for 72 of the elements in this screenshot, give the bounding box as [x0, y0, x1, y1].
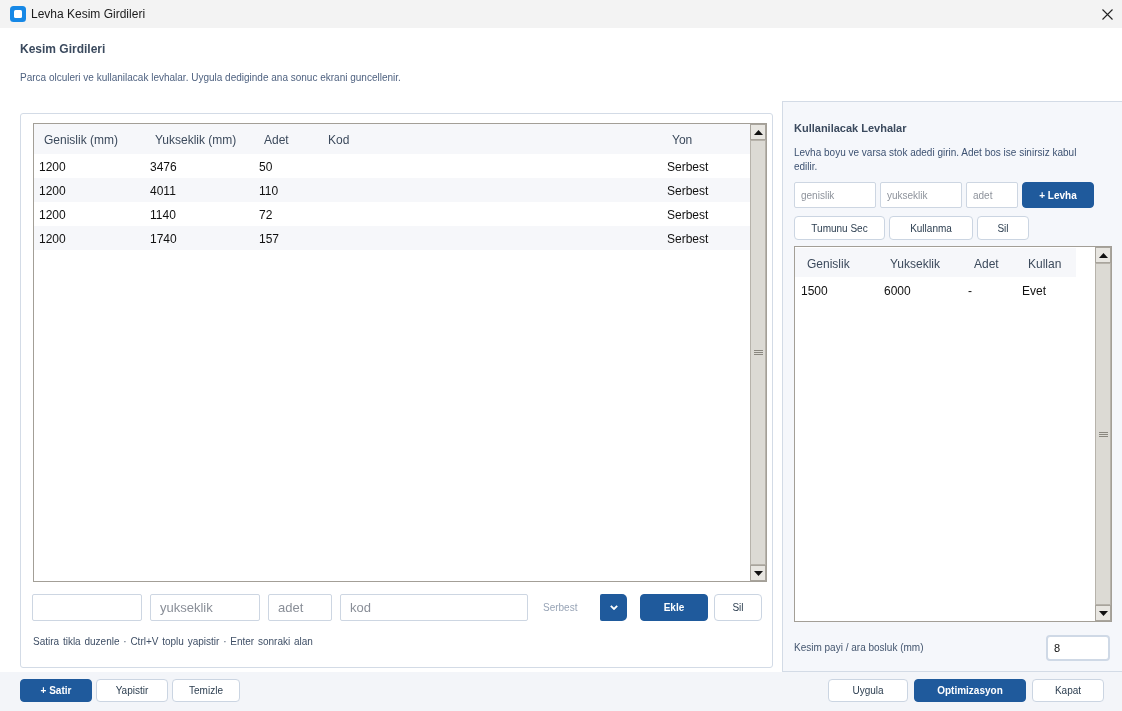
scroll-down-button[interactable] [750, 565, 766, 581]
table-cell: Evet [1022, 283, 1046, 298]
table-cell: 6000 [884, 283, 911, 298]
column-header: Yon [672, 133, 693, 147]
table-cell: Serbest [667, 232, 709, 246]
delete-button[interactable]: Sil [714, 594, 762, 621]
table-cell: Serbest [667, 184, 709, 198]
triangle-up-icon [1098, 252, 1108, 258]
table-cell: 72 [259, 208, 273, 222]
exclude-button[interactable]: Kullanma [889, 216, 973, 240]
input-field[interactable]: adet [268, 594, 332, 621]
triangle-up-icon [753, 129, 763, 135]
apply-button[interactable]: Uygula [828, 679, 908, 702]
input-field[interactable]: kod [340, 594, 528, 621]
table-cell: Serbest [667, 208, 709, 222]
column-header: Yukseklik [890, 256, 941, 271]
table-cell: 1740 [150, 232, 177, 246]
table-cell: 1200 [39, 160, 66, 174]
scroll-up-button[interactable] [750, 124, 766, 140]
grip-icon [753, 350, 763, 355]
clear-button[interactable]: Temizle [172, 679, 240, 702]
panel-title: Kullanilacak Levhalar [794, 121, 907, 136]
table-cell: 1200 [39, 232, 66, 246]
scrollbar-thumb[interactable] [1095, 263, 1111, 605]
field-label: Kesim payi / ara bosluk (mm) [794, 641, 924, 655]
table-cell: 110 [259, 184, 279, 198]
input-field[interactable]: genislik [794, 182, 876, 208]
select-all-button[interactable]: Tumunu Sec [794, 216, 885, 240]
input-field[interactable]: adet [966, 182, 1018, 208]
input-field[interactable]: yukseklik [150, 594, 260, 621]
close-icon[interactable] [1102, 8, 1113, 20]
column-header: Genislik (mm) [44, 133, 118, 147]
scroll-up-button[interactable] [1095, 247, 1111, 263]
table-cell: 4011 [150, 184, 176, 198]
table-cell: - [968, 283, 972, 298]
delete-button[interactable]: Sil [977, 216, 1029, 240]
kerf-field[interactable]: 8 [1046, 635, 1110, 661]
dropdown-button[interactable] [600, 594, 627, 621]
column-header: Genislik [807, 256, 850, 271]
grip-icon [1098, 431, 1108, 437]
table-cell: 1140 [150, 208, 176, 222]
table-cell: Serbest [667, 160, 709, 174]
column-header: Adet [974, 256, 999, 271]
add-button[interactable]: Ekle [640, 594, 708, 621]
optimize-button[interactable]: Optimizasyon [914, 679, 1026, 702]
chevron-down-icon [609, 605, 618, 610]
table-cell: 1200 [39, 208, 66, 222]
triangle-down-icon [1098, 610, 1108, 616]
table-cell: 1200 [39, 184, 66, 198]
table-cell: 1500 [801, 283, 828, 298]
input-field[interactable]: yukseklik [880, 182, 962, 208]
window-title: Levha Kesim Girdileri [31, 6, 146, 22]
triangle-down-icon [753, 570, 763, 576]
table-cell: 50 [259, 160, 273, 174]
column-header: Yukseklik (mm) [155, 133, 237, 147]
app-icon [10, 6, 26, 22]
paste-button[interactable]: Yapistir [96, 679, 168, 702]
add-row-button[interactable]: + Satir [20, 679, 92, 702]
description-text: Levha boyu ve varsa stok adedi girin. Adet bos ise sinirsiz kabul edilir. [794, 146, 1078, 174]
input-field[interactable] [32, 594, 142, 621]
table-cell: 157 [259, 232, 280, 246]
hint-text: Satira tikla duzenle · Ctrl+V toplu yapistir · Enter sonraki alan [33, 635, 313, 649]
scroll-down-button[interactable] [1095, 605, 1111, 621]
add-sheet-button[interactable]: + Levha [1022, 182, 1094, 208]
description-text: Parca olculeri ve kullanilacak levhalar. Uygula dediginde ana sonuc ekrani guncellenir. [20, 71, 401, 85]
table-cell: 3476 [150, 160, 177, 174]
scrollbar-thumb[interactable] [750, 140, 766, 565]
section-title: Kesim Girdileri [20, 41, 106, 57]
column-header: Kullan [1028, 256, 1062, 271]
column-header: Adet [264, 133, 289, 147]
column-header: Kod [328, 133, 350, 147]
close-button[interactable]: Kapat [1032, 679, 1104, 702]
